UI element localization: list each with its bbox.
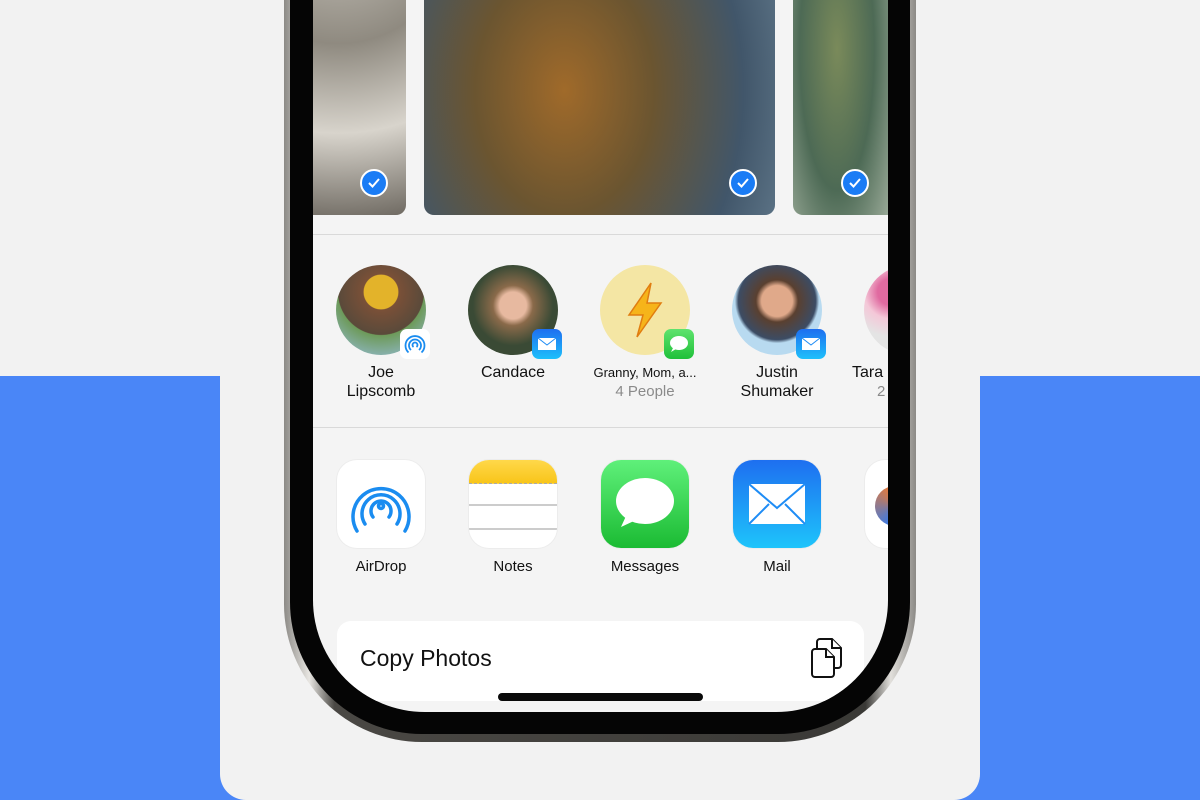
avatar xyxy=(732,265,826,359)
app-label: AirDrop xyxy=(355,558,407,575)
copy-photos-button[interactable]: Copy Photos xyxy=(337,621,864,701)
copy-icon xyxy=(811,638,842,678)
selected-check-icon[interactable] xyxy=(360,169,388,197)
contact-name: Granny, Mom, a... xyxy=(593,365,697,380)
app-airdrop[interactable]: AirDrop xyxy=(321,460,441,575)
avatar xyxy=(468,265,562,359)
app-notes[interactable]: Notes xyxy=(453,460,573,575)
app-label: Fr xyxy=(849,558,888,575)
messages-icon xyxy=(601,460,689,548)
avatar xyxy=(336,265,430,359)
lightning-icon xyxy=(627,282,663,338)
selected-check-icon[interactable] xyxy=(841,169,869,197)
contact-tara[interactable]: Tara 2 xyxy=(849,265,888,401)
mail-icon xyxy=(733,460,821,548)
selected-check-icon[interactable] xyxy=(729,169,757,197)
app-mail[interactable]: Mail xyxy=(717,460,837,575)
photo-thumbnail[interactable] xyxy=(793,0,888,215)
airdrop-icon xyxy=(337,460,425,548)
app-label: Notes xyxy=(493,558,533,575)
contact-name: Candace xyxy=(480,364,546,381)
contact-name: Joe Lipscomb xyxy=(346,364,416,400)
share-sheet: Joe Lipscomb Candace Granny, Mom, a... 4 … xyxy=(313,0,888,712)
contact-justin-shumaker[interactable]: Justin Shumaker xyxy=(717,265,837,401)
photo-thumbnail[interactable] xyxy=(424,0,775,215)
airdrop-icon xyxy=(400,329,430,359)
avatar xyxy=(600,265,694,359)
app-label: Messages xyxy=(610,558,680,575)
app-messages[interactable]: Messages xyxy=(585,460,705,575)
app-freeform[interactable]: Fr xyxy=(849,460,888,575)
mail-icon xyxy=(532,329,562,359)
copy-photos-label: Copy Photos xyxy=(360,645,492,671)
photo-thumbnail[interactable] xyxy=(313,0,406,215)
avatar xyxy=(864,265,888,355)
app-label: Mail xyxy=(763,558,791,575)
divider xyxy=(313,427,888,428)
notes-icon xyxy=(469,460,557,548)
contact-subtitle: 2 xyxy=(877,383,886,400)
contact-subtitle: 4 People xyxy=(615,383,675,400)
mail-icon xyxy=(796,329,826,359)
contact-name: Tara xyxy=(852,364,884,381)
divider xyxy=(313,234,888,235)
contact-candace[interactable]: Candace xyxy=(453,265,573,382)
contact-group-granny-mom[interactable]: Granny, Mom, a... 4 People xyxy=(585,265,705,401)
freeform-icon xyxy=(865,460,888,548)
messages-icon xyxy=(664,329,694,359)
contact-joe-lipscomb[interactable]: Joe Lipscomb xyxy=(321,265,441,401)
home-indicator[interactable] xyxy=(498,693,703,701)
contact-name: Justin Shumaker xyxy=(740,364,814,400)
